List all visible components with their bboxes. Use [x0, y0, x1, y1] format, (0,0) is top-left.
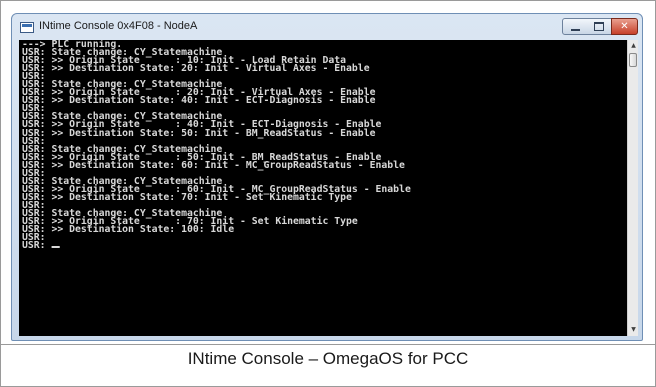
figure-caption: INtime Console – OmegaOS for PCC: [187, 349, 469, 368]
console-lines: ---> PLC running. USR: State change: CY_S…: [22, 40, 411, 251]
minimize-icon: [570, 28, 580, 31]
caption-divider: [0, 344, 656, 345]
console-line: USR: >> Destination State: 100: Idle: [22, 224, 235, 236]
text-cursor: [51, 246, 60, 249]
console-output[interactable]: ---> PLC running. USR: State change: CY_S…: [19, 40, 627, 336]
console-line: USR: >> Destination State: 20: Init - Vi…: [22, 63, 370, 75]
vertical-scrollbar[interactable]: ▲ ▼: [627, 40, 638, 336]
scroll-up-icon[interactable]: ▲: [629, 41, 638, 51]
console-app-icon: [20, 22, 34, 33]
scroll-thumb[interactable]: [629, 53, 637, 67]
console-line: USR: >> Destination State: 60: Init - MC…: [22, 159, 405, 171]
console-line: USR:: [22, 241, 411, 251]
console-line: USR: >> Destination State: 70: Init - Se…: [22, 191, 352, 203]
maximize-icon: [594, 22, 604, 31]
close-icon: ✕: [620, 21, 629, 32]
console-line: USR: >> Destination State: 40: Init - EC…: [22, 95, 376, 107]
title-bar[interactable]: INtime Console 0x4F08 - NodeA ✕: [12, 14, 642, 40]
console-line: USR: >> Destination State: 50: Init - BM…: [22, 127, 376, 139]
close-button[interactable]: ✕: [611, 18, 638, 35]
console-line: USR:: [22, 232, 46, 244]
console-window: INtime Console 0x4F08 - NodeA ✕ ---> PLC…: [11, 13, 643, 341]
window-title: INtime Console 0x4F08 - NodeA: [39, 20, 198, 32]
maximize-button[interactable]: [587, 18, 612, 35]
scroll-down-icon[interactable]: ▼: [629, 325, 638, 335]
minimize-button[interactable]: [562, 18, 588, 35]
